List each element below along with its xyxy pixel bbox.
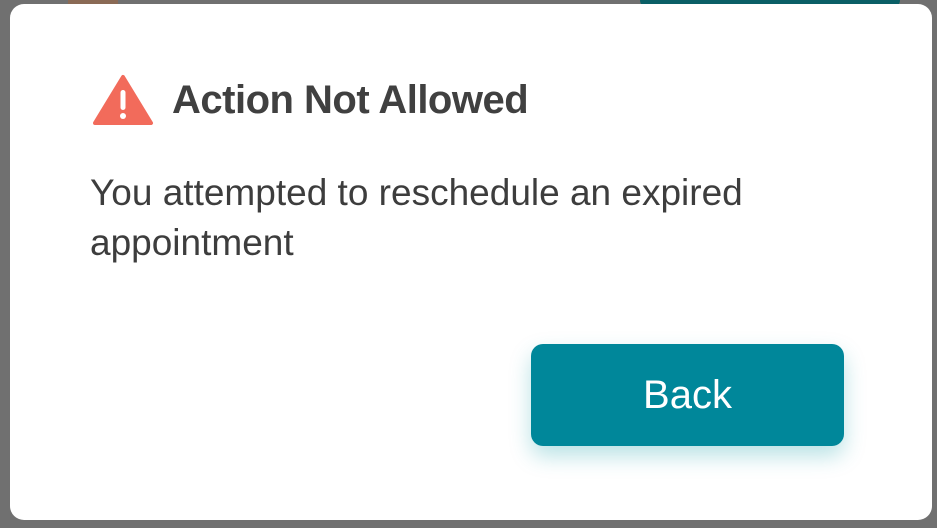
alert-dialog: Action Not Allowed You attempted to resc… xyxy=(10,4,932,520)
warning-triangle-icon xyxy=(93,75,153,125)
back-button[interactable]: Back xyxy=(531,344,844,446)
dialog-title: Action Not Allowed xyxy=(172,77,529,122)
dialog-header: Action Not Allowed xyxy=(92,74,529,126)
dialog-message: You attempted to reschedule an expired a… xyxy=(90,172,743,263)
